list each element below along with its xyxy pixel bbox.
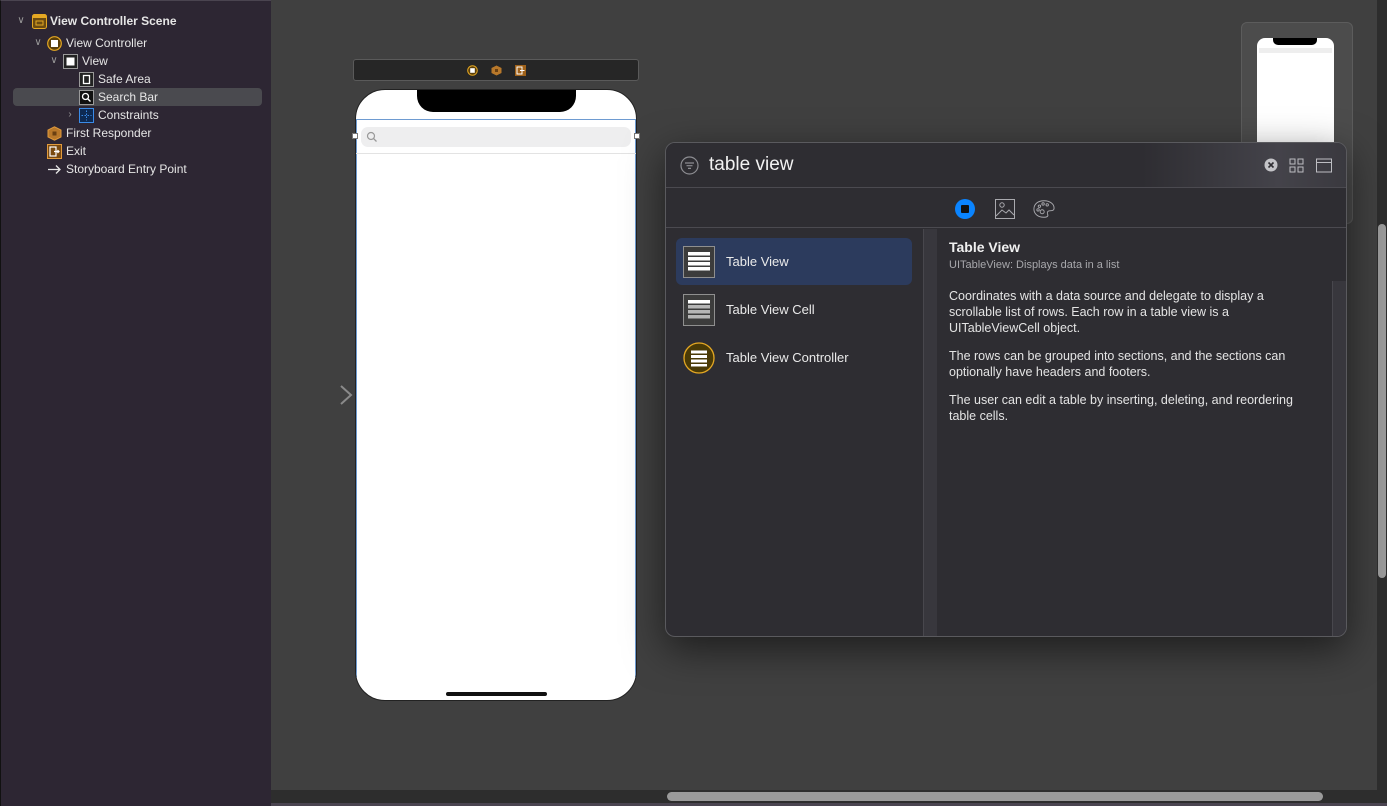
detail-subtitle: UITableView: Displays data in a list xyxy=(949,259,1120,271)
minimap-search-bar xyxy=(1259,48,1332,53)
xcode-storyboard-editor: ∨ View Controller Scene ∨ View Controlle… xyxy=(0,0,1387,806)
library-tabs xyxy=(666,189,1346,228)
outline-item-label: View Controller xyxy=(66,36,148,50)
table-view-cell-icon xyxy=(683,293,715,326)
view-controller-icon xyxy=(47,35,62,51)
resize-handle-right[interactable] xyxy=(634,133,640,139)
search-bar[interactable] xyxy=(361,127,631,147)
result-item-label: Table View Controller xyxy=(726,350,849,365)
list-scrollbar[interactable] xyxy=(923,229,937,636)
outline-item-label: Exit xyxy=(66,144,87,158)
vertical-scroll-thumb[interactable] xyxy=(1378,224,1386,578)
table-view-icon xyxy=(683,245,715,278)
scene-dock xyxy=(353,59,639,81)
outline-item-label: Safe Area xyxy=(98,72,151,86)
constraints-icon xyxy=(79,107,94,123)
view-controller-icon[interactable] xyxy=(466,64,478,76)
arrow-right-icon xyxy=(47,162,62,177)
minimap-scene xyxy=(1257,38,1334,158)
view-icon xyxy=(63,53,78,69)
document-outline: ∨ View Controller Scene ∨ View Controlle… xyxy=(0,0,271,806)
storyboard-entry-arrow[interactable] xyxy=(285,383,355,407)
tab-media[interactable] xyxy=(994,198,1016,220)
clear-icon xyxy=(1264,158,1278,172)
search-icon xyxy=(366,131,377,142)
library-results-list: Table View Table View Cell Table View Co… xyxy=(666,229,923,636)
safe-area-icon xyxy=(79,71,94,87)
outline-item-label: Search Bar xyxy=(98,90,159,104)
library-search-input[interactable] xyxy=(709,152,1249,178)
selection-outline-left xyxy=(356,119,357,699)
objects-icon xyxy=(955,199,975,219)
search-bar-icon xyxy=(79,89,94,105)
object-library-popup: Table View Table View Cell Table View Co… xyxy=(665,142,1347,637)
palette-icon xyxy=(1033,200,1055,218)
outline-item-label: Storyboard Entry Point xyxy=(66,162,187,176)
chevron-down-icon[interactable]: ∨ xyxy=(49,56,59,66)
image-icon xyxy=(995,199,1015,219)
outline-item-label: Constraints xyxy=(98,108,159,122)
chevron-down-icon[interactable]: ∨ xyxy=(16,16,26,26)
outline-item-view-controller-scene[interactable]: ∨ View Controller Scene xyxy=(13,12,262,30)
device-notch xyxy=(417,90,576,112)
scene-icon xyxy=(32,13,47,29)
outline-item-label: View Controller Scene xyxy=(50,14,177,28)
chevron-right-icon[interactable]: › xyxy=(65,110,75,120)
result-item-label: Table View xyxy=(726,254,789,269)
outline-item-storyboard-entry-point[interactable]: Storyboard Entry Point xyxy=(13,160,262,178)
outline-item-label: View xyxy=(82,54,108,68)
result-item-table-view-controller[interactable]: Table View Controller xyxy=(676,334,912,381)
outline-item-search-bar[interactable]: Search Bar xyxy=(13,88,262,106)
clear-search-button[interactable] xyxy=(1263,157,1279,173)
first-responder-icon[interactable] xyxy=(490,64,502,76)
divider xyxy=(356,153,636,154)
exit-icon xyxy=(47,143,62,159)
outline-item-first-responder[interactable]: First Responder xyxy=(13,124,262,142)
selection-outline-right xyxy=(635,119,636,699)
outline-item-label: First Responder xyxy=(66,126,152,140)
outline-item-safe-area[interactable]: Safe Area xyxy=(13,70,262,88)
first-responder-icon xyxy=(47,125,62,141)
detail-title: Table View xyxy=(949,239,1021,255)
detail-scrollbar[interactable] xyxy=(1332,281,1346,636)
result-item-label: Table View Cell xyxy=(726,302,815,317)
library-header xyxy=(666,143,1346,188)
panel-icon xyxy=(1316,158,1332,172)
result-item-table-view[interactable]: Table View xyxy=(676,238,912,285)
selection-outline xyxy=(356,119,636,120)
resize-handle-left[interactable] xyxy=(352,133,358,139)
outline-item-view-controller[interactable]: ∨ View Controller xyxy=(13,34,262,52)
grid-view-button[interactable] xyxy=(1288,157,1304,173)
tab-colors[interactable] xyxy=(1033,198,1055,220)
detail-paragraph: The user can edit a table by inserting, … xyxy=(949,393,1293,423)
outline-item-exit[interactable]: Exit xyxy=(13,142,262,160)
minimap-notch xyxy=(1273,38,1317,45)
home-indicator xyxy=(446,692,547,696)
detail-paragraph: Coordinates with a data source and deleg… xyxy=(949,289,1264,335)
result-item-table-view-cell[interactable]: Table View Cell xyxy=(676,286,912,333)
iphone-scene-view[interactable] xyxy=(355,89,637,701)
grid-icon xyxy=(1289,158,1303,172)
detail-view-button[interactable] xyxy=(1316,157,1332,173)
horizontal-scroll-thumb[interactable] xyxy=(667,792,1323,801)
filter-icon xyxy=(680,156,699,175)
library-detail-pane: Table View UITableView: Displays data in… xyxy=(937,229,1346,636)
tab-objects[interactable] xyxy=(954,198,976,220)
outline-item-view[interactable]: ∨ View xyxy=(13,52,262,70)
chevron-down-icon[interactable]: ∨ xyxy=(33,38,43,48)
detail-paragraph: The rows can be grouped into sections, a… xyxy=(949,349,1286,379)
exit-icon[interactable] xyxy=(514,64,526,76)
outline-item-constraints[interactable]: › Constraints xyxy=(13,106,262,124)
table-view-controller-icon xyxy=(683,341,715,374)
